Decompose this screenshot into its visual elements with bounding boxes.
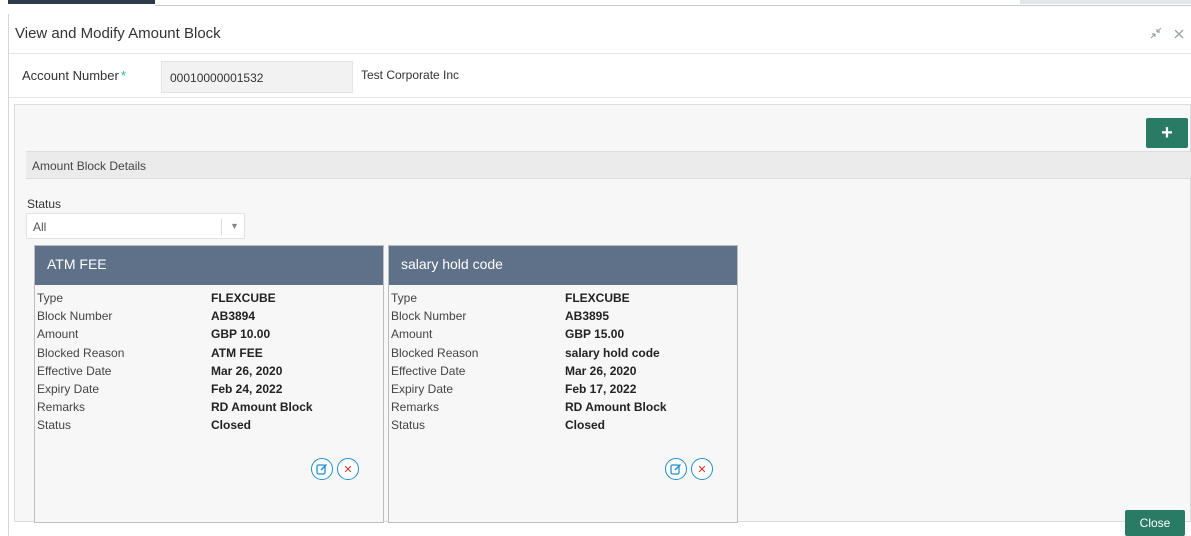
block-card: salary hold code Type FLEXCUBE Block Numb…	[388, 245, 738, 523]
delete-icon: ✕	[697, 463, 707, 476]
select-separator	[221, 219, 222, 235]
top-strip	[0, 0, 1191, 8]
card-actions: ✕	[665, 458, 713, 480]
minimize-icon[interactable]	[1150, 26, 1162, 42]
card-row-block-number: Block Number AB3895	[389, 307, 737, 325]
row-key: Effective Date	[391, 363, 466, 378]
row-value: Mar 26, 2020	[565, 363, 637, 378]
row-key: Status	[37, 418, 72, 433]
card-row-remarks: Remarks RD Amount Block	[35, 398, 383, 416]
account-name: Test Corporate Inc	[361, 68, 460, 82]
amount-block-panel: + Amount Block Details Status All ▼ ATM …	[14, 104, 1191, 523]
row-value: FLEXCUBE	[211, 291, 276, 305]
row-value: FLEXCUBE	[565, 291, 630, 305]
card-row-block-number: Block Number AB3894	[35, 307, 383, 325]
card-title: ATM FEE	[35, 246, 383, 285]
required-marker: *	[120, 68, 126, 83]
row-key: Blocked Reason	[37, 345, 125, 360]
row-key: Blocked Reason	[391, 345, 479, 360]
card-row-status: Status Closed	[35, 416, 383, 434]
block-card: ATM FEE Type FLEXCUBE Block Number AB3894 …	[34, 245, 384, 523]
card-actions: ✕	[311, 458, 359, 480]
status-filter-value: All	[33, 220, 47, 234]
card-row-blocked-reason: Blocked Reason salary hold code	[389, 344, 737, 362]
status-filter-select[interactable]: All ▼	[26, 213, 245, 239]
section-header: Amount Block Details	[26, 151, 1191, 179]
edit-icon	[316, 463, 328, 475]
close-icon[interactable]	[1174, 26, 1184, 42]
card-row-effective-date: Effective Date Mar 26, 2020	[389, 362, 737, 380]
card-title: salary hold code	[389, 246, 737, 285]
row-value: RD Amount Block	[211, 400, 313, 415]
row-key: Type	[37, 291, 64, 305]
add-block-button[interactable]: +	[1146, 118, 1188, 148]
account-number-label-text: Account Number	[22, 68, 119, 83]
section-title: Amount Block Details	[32, 159, 147, 173]
edit-button[interactable]	[311, 458, 333, 480]
row-value: AB3895	[565, 309, 610, 324]
dialog-title: View and Modify Amount Block	[15, 25, 221, 42]
row-value: Feb 24, 2022	[211, 381, 283, 396]
amount-block-dialog: View and Modify Amount Block Account Num…	[8, 14, 1191, 536]
delete-button[interactable]: ✕	[337, 458, 359, 480]
edit-icon	[670, 463, 682, 475]
row-value: ATM FEE	[211, 345, 263, 360]
card-row-blocked-reason: Blocked Reason ATM FEE	[35, 344, 383, 362]
row-value: RD Amount Block	[565, 400, 667, 415]
row-key: Block Number	[391, 309, 467, 324]
card-row-type: Type FLEXCUBE	[35, 289, 383, 307]
card-row-type: Type FLEXCUBE	[389, 289, 737, 307]
card-row-amount: Amount GBP 10.00	[35, 325, 383, 343]
row-value: GBP 10.00	[211, 327, 271, 342]
card-body: Type FLEXCUBE Block Number AB3894 Amount GB…	[35, 285, 383, 435]
row-key: Status	[391, 418, 426, 433]
delete-icon: ✕	[343, 463, 353, 476]
dialog-title-bar: View and Modify Amount Block	[9, 14, 1191, 54]
row-key: Amount	[37, 327, 79, 342]
edit-button[interactable]	[665, 458, 687, 480]
row-key: Expiry Date	[391, 381, 454, 396]
chevron-down-icon: ▼	[230, 221, 239, 231]
account-number-field[interactable]: 00010000001532	[161, 61, 353, 93]
close-button[interactable]: Close	[1125, 510, 1185, 536]
row-value: Feb 17, 2022	[565, 381, 637, 396]
divider	[155, 5, 1191, 6]
row-key: Remarks	[391, 400, 440, 415]
status-filter-label: Status	[27, 197, 62, 211]
window-controls	[1150, 26, 1184, 42]
row-value: Mar 26, 2020	[211, 363, 283, 378]
row-value: AB3894	[211, 309, 256, 324]
card-row-status: Status Closed	[389, 416, 737, 434]
row-value: Closed	[211, 418, 252, 433]
account-number-label: Account Number *	[22, 68, 126, 83]
row-value: salary hold code	[565, 345, 660, 360]
delete-button[interactable]: ✕	[691, 458, 713, 480]
account-row: Account Number * 00010000001532 Test Corp…	[9, 54, 1191, 98]
row-key: Expiry Date	[37, 381, 100, 396]
row-key: Amount	[391, 327, 433, 342]
row-key: Block Number	[37, 309, 113, 324]
row-key: Type	[391, 291, 418, 305]
card-row-expiry-date: Expiry Date Feb 24, 2022	[35, 380, 383, 398]
card-row-remarks: Remarks RD Amount Block	[389, 398, 737, 416]
card-row-expiry-date: Expiry Date Feb 17, 2022	[389, 380, 737, 398]
top-strip-right	[1020, 0, 1191, 4]
active-tab-indicator	[8, 0, 155, 4]
card-row-effective-date: Effective Date Mar 26, 2020	[35, 362, 383, 380]
row-key: Remarks	[37, 400, 86, 415]
card-row-amount: Amount GBP 15.00	[389, 325, 737, 343]
row-key: Effective Date	[37, 363, 112, 378]
row-value: Closed	[565, 418, 606, 433]
row-value: GBP 15.00	[565, 327, 625, 342]
card-body: Type FLEXCUBE Block Number AB3895 Amount GB…	[389, 285, 737, 435]
